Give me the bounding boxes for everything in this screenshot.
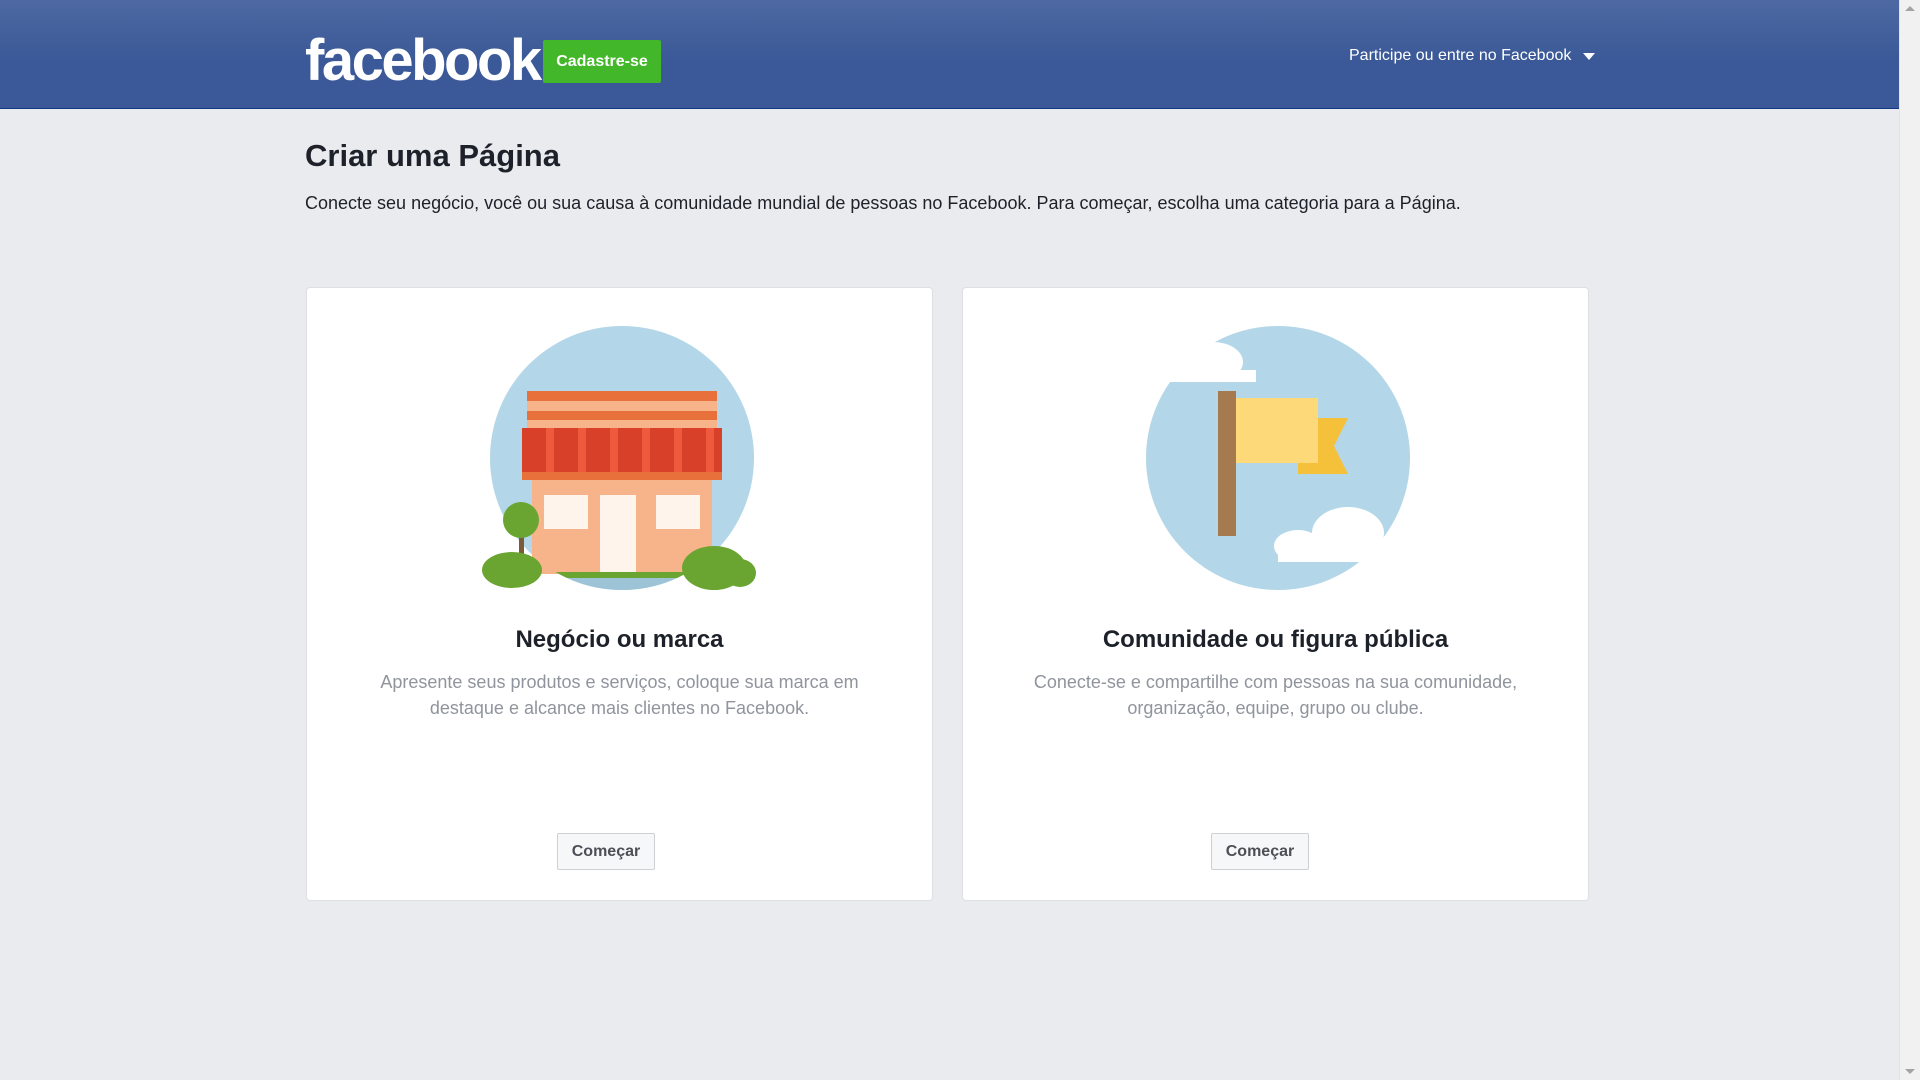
card-community-or-public-figure[interactable]: Comunidade ou figura pública Conecte-se …: [962, 287, 1589, 901]
card-title: Comunidade ou figura pública: [1102, 626, 1449, 653]
scroll-down-icon[interactable]: [1905, 1069, 1915, 1074]
signup-button[interactable]: Cadastre-se: [543, 40, 661, 83]
start-business-button[interactable]: Começar: [557, 833, 655, 870]
page-title: Criar uma Página: [305, 138, 560, 173]
card-description: Apresente seus produtos e serviços, colo…: [380, 672, 859, 718]
facebook-logo[interactable]: facebook: [305, 28, 542, 94]
vertical-scrollbar[interactable]: [1899, 0, 1920, 1080]
scroll-up-icon[interactable]: [1905, 6, 1915, 11]
login-menu-label: Participe ou entre no Facebook: [1349, 47, 1572, 64]
card-description: Conecte-se e compartilhe com pessoas na …: [1033, 672, 1518, 718]
login-menu[interactable]: Participe ou entre no Facebook: [1349, 44, 1596, 68]
storefront-illustration: [482, 326, 756, 590]
start-community-button[interactable]: Começar: [1211, 833, 1309, 870]
card-title: Negócio ou marca: [515, 626, 724, 653]
card-business-or-brand[interactable]: Negócio ou marca Apresente seus produtos…: [306, 287, 933, 901]
caret-down-icon: [1583, 52, 1596, 60]
page-intro: Conecte seu negócio, você ou sua causa à…: [305, 193, 1461, 213]
top-bar: facebook Cadastre-se Participe ou entre …: [0, 0, 1899, 109]
browser-viewport: facebook Cadastre-se Participe ou entre …: [0, 0, 1899, 1080]
flag-illustration: [1146, 326, 1418, 590]
